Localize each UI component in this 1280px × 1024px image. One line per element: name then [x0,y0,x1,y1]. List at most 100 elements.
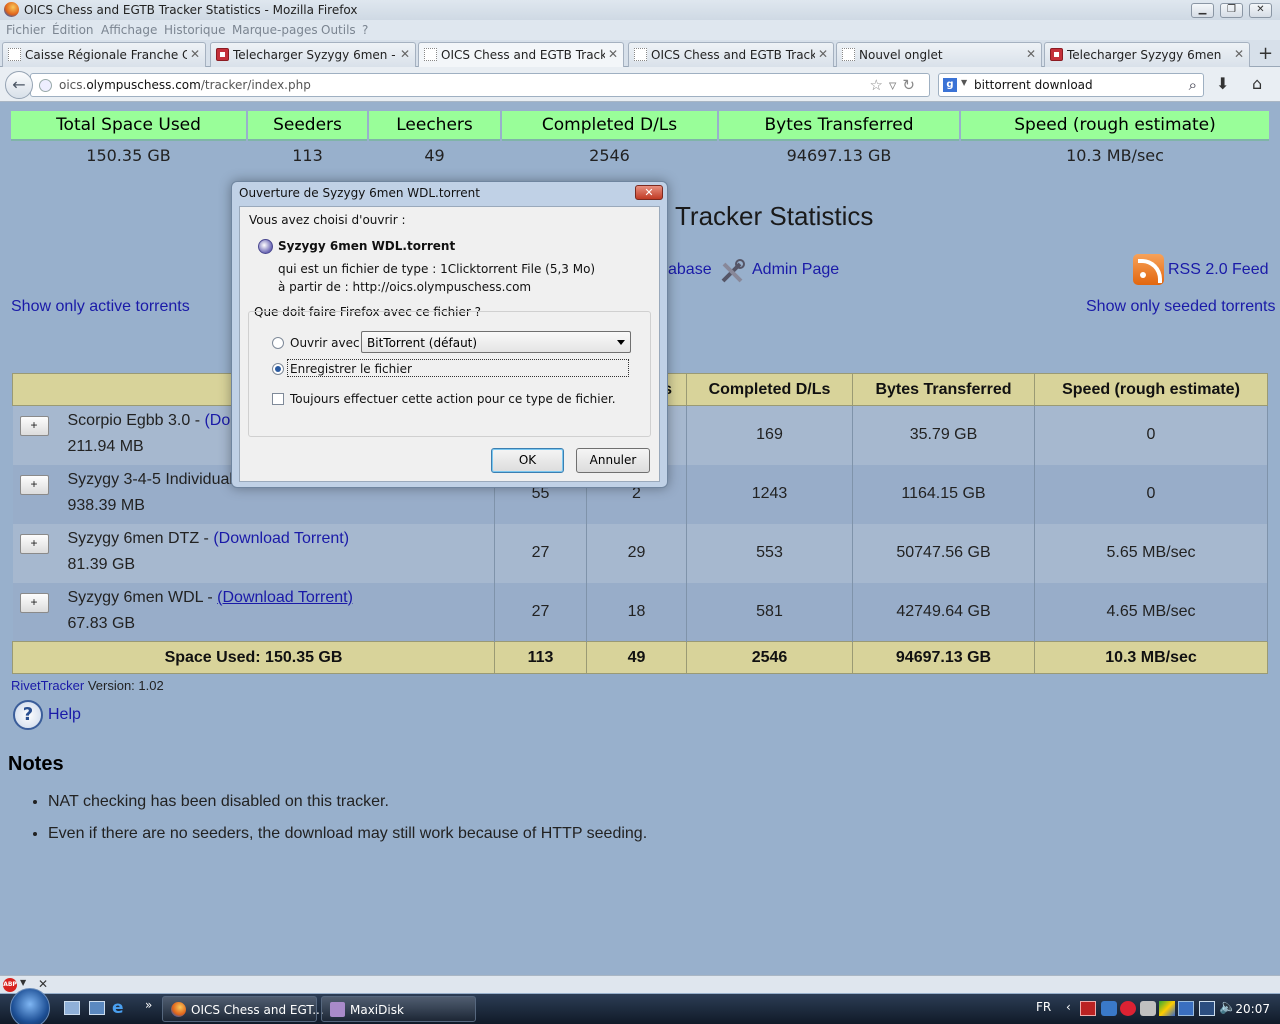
menu-help[interactable]: ? [362,23,368,37]
tray-screen-icon[interactable] [1178,1001,1194,1016]
footer-completed: 2546 [686,641,853,674]
always-do-this-checkbox[interactable] [272,393,284,405]
reload-icon[interactable]: ↻ [902,76,921,94]
menu-fichier[interactable]: Fichier [6,23,45,37]
tray-acrobat-icon[interactable] [1120,1001,1136,1016]
page-title: Tracker Statistics [675,201,874,231]
abp-dropdown-icon[interactable]: ▼ [20,978,26,987]
open-file-dialog: Ouverture de Syzygy 6men WDL.torrent ✕ V… [231,181,668,488]
clock[interactable]: 20:07 [1235,1002,1270,1016]
tab-oics-tracker[interactable]: OICS Chess and EGTB Tracker... ✕ [628,42,834,67]
close-tab-icon[interactable]: ✕ [1026,47,1036,61]
start-button[interactable] [10,988,50,1024]
seeders-cell: 27 [494,523,587,583]
tray-app-icon[interactable] [1080,1001,1096,1016]
menu-marque-pages[interactable]: Marque-pages [232,23,318,37]
search-input[interactable]: bittorrent download [974,78,1093,92]
tab-telecharger-syzygy[interactable]: Telecharger Syzygy 6men - P... ✕ [210,42,416,67]
help-icon[interactable]: ? [13,700,43,730]
taskbar-item-label: OICS Chess and EGT... [191,1003,324,1017]
tray-tool-icon[interactable] [1140,1001,1156,1016]
database-link[interactable]: abase [668,261,712,279]
bookmark-star-icon[interactable]: ☆ [869,76,888,94]
menu-historique[interactable]: Historique [164,23,226,37]
seeded-torrents-filter-link[interactable]: Show only seeded torrents [1086,298,1275,316]
table-row: + Syzygy 6men WDL - (Download Torrent) 6… [12,582,1268,642]
restore-button[interactable]: ❐ [1220,3,1243,18]
download-torrent-link[interactable]: (Do [204,412,230,429]
new-tab-icon[interactable]: + [1258,43,1273,64]
speed-cell: 0 [1034,405,1268,465]
expand-button[interactable]: + [19,416,49,436]
tab-oics-tracker-active[interactable]: OICS Chess and EGTB Tracker... ✕ [418,42,624,68]
page-icon [634,48,647,61]
cancel-button[interactable]: Annuler [576,448,650,473]
show-desktop-icon[interactable] [64,1001,80,1015]
close-tab-icon[interactable]: ✕ [608,47,618,61]
home-icon[interactable]: ⌂ [1252,74,1262,93]
back-button[interactable]: ← [5,71,33,99]
network-icon[interactable] [1199,1001,1215,1016]
leechers-cell: 29 [586,523,687,583]
admin-page-link[interactable]: Admin Page [752,261,839,279]
language-indicator[interactable]: FR [1036,1000,1051,1014]
ok-button[interactable]: OK [491,448,564,473]
header-total-space: Total Space Used [11,111,246,141]
window-title: OICS Chess and EGTB Tracker Statistics -… [24,3,358,17]
dropdown-icon[interactable]: ▿ [889,76,903,94]
volume-icon[interactable]: 🔈 [1219,999,1236,1015]
expand-button[interactable]: + [19,474,49,495]
tab-caisse-regionale[interactable]: Caisse Régionale Franche Co... ✕ [2,42,206,67]
selected-application: BitTorrent (défaut) [367,336,478,350]
chevron-down-icon [617,340,625,345]
rivettracker-link[interactable]: RivetTracker [11,678,84,693]
close-tab-icon[interactable]: ✕ [818,47,828,61]
close-window-button[interactable]: ✕ [1249,3,1272,18]
title-bar: OICS Chess and EGTB Tracker Statistics -… [0,0,1280,20]
tray-sync-icon[interactable] [1101,1001,1117,1016]
active-torrents-filter-link[interactable]: Show only active torrents [11,298,190,316]
rss-feed-link[interactable]: RSS 2.0 Feed [1168,261,1269,279]
expand-button[interactable]: + [19,533,49,554]
bytes-cell: 35.79 GB [852,405,1035,465]
show-hidden-icons-icon[interactable]: ‹ [1066,1000,1071,1014]
open-with-radio[interactable] [272,337,284,349]
adblock-plus-icon[interactable]: ABP [3,978,17,992]
completed-value: 2546 [589,145,630,165]
header-seeders: Seeders [248,111,367,141]
tray-drive-icon[interactable] [1159,1001,1175,1016]
search-icon[interactable]: ⌕ [1189,76,1197,94]
dialog-close-button[interactable]: ✕ [635,185,663,200]
expand-button[interactable]: + [19,592,49,613]
bytes-cell: 42749.64 GB [852,582,1035,642]
application-select[interactable]: BitTorrent (défaut) [361,331,631,353]
tab-label: Telecharger Syzygy 6men - P... [233,48,397,62]
url-bar[interactable]: oics.olympuschess.com/tracker/index.php … [30,73,930,97]
download-torrent-link[interactable]: (Download Torrent) [213,530,349,547]
torrent-file-icon [258,239,273,254]
rss-feed-icon[interactable] [1133,254,1164,285]
close-tab-icon[interactable]: ✕ [1234,47,1244,61]
menu-affichage[interactable]: Affichage [101,23,157,37]
taskbar-item-maxidisk[interactable]: MaxiDisk [321,996,476,1022]
menu-edition[interactable]: Édition [52,23,94,37]
close-addon-bar-icon[interactable]: ✕ [38,977,48,991]
downloads-icon[interactable]: ⬇ [1216,74,1229,93]
close-tab-icon[interactable]: ✕ [190,47,200,61]
tab-nouvel-onglet[interactable]: Nouvel onglet ✕ [836,42,1042,67]
engine-dropdown-icon[interactable]: ▼ [961,78,967,87]
more-quicklaunch-icon[interactable]: » [145,998,152,1012]
download-torrent-link[interactable]: (Download Torrent) [217,589,353,606]
window-switcher-icon[interactable] [89,1001,105,1015]
open-with-label: Ouvrir avec [290,336,360,350]
help-link[interactable]: Help [48,706,81,724]
search-box[interactable]: g ▼ bittorrent download ⌕ [938,73,1204,97]
save-file-radio[interactable] [272,363,284,375]
close-tab-icon[interactable]: ✕ [400,47,410,61]
google-icon[interactable]: g [943,78,957,92]
internet-explorer-icon[interactable]: e [112,998,124,1018]
menu-outils[interactable]: Outils [321,23,356,37]
minimize-button[interactable]: ▁ [1191,3,1214,18]
taskbar-item-firefox[interactable]: OICS Chess and EGT... [162,996,324,1022]
tab-telecharger-syzygy-2[interactable]: Telecharger Syzygy 6men ✕ [1044,42,1250,67]
